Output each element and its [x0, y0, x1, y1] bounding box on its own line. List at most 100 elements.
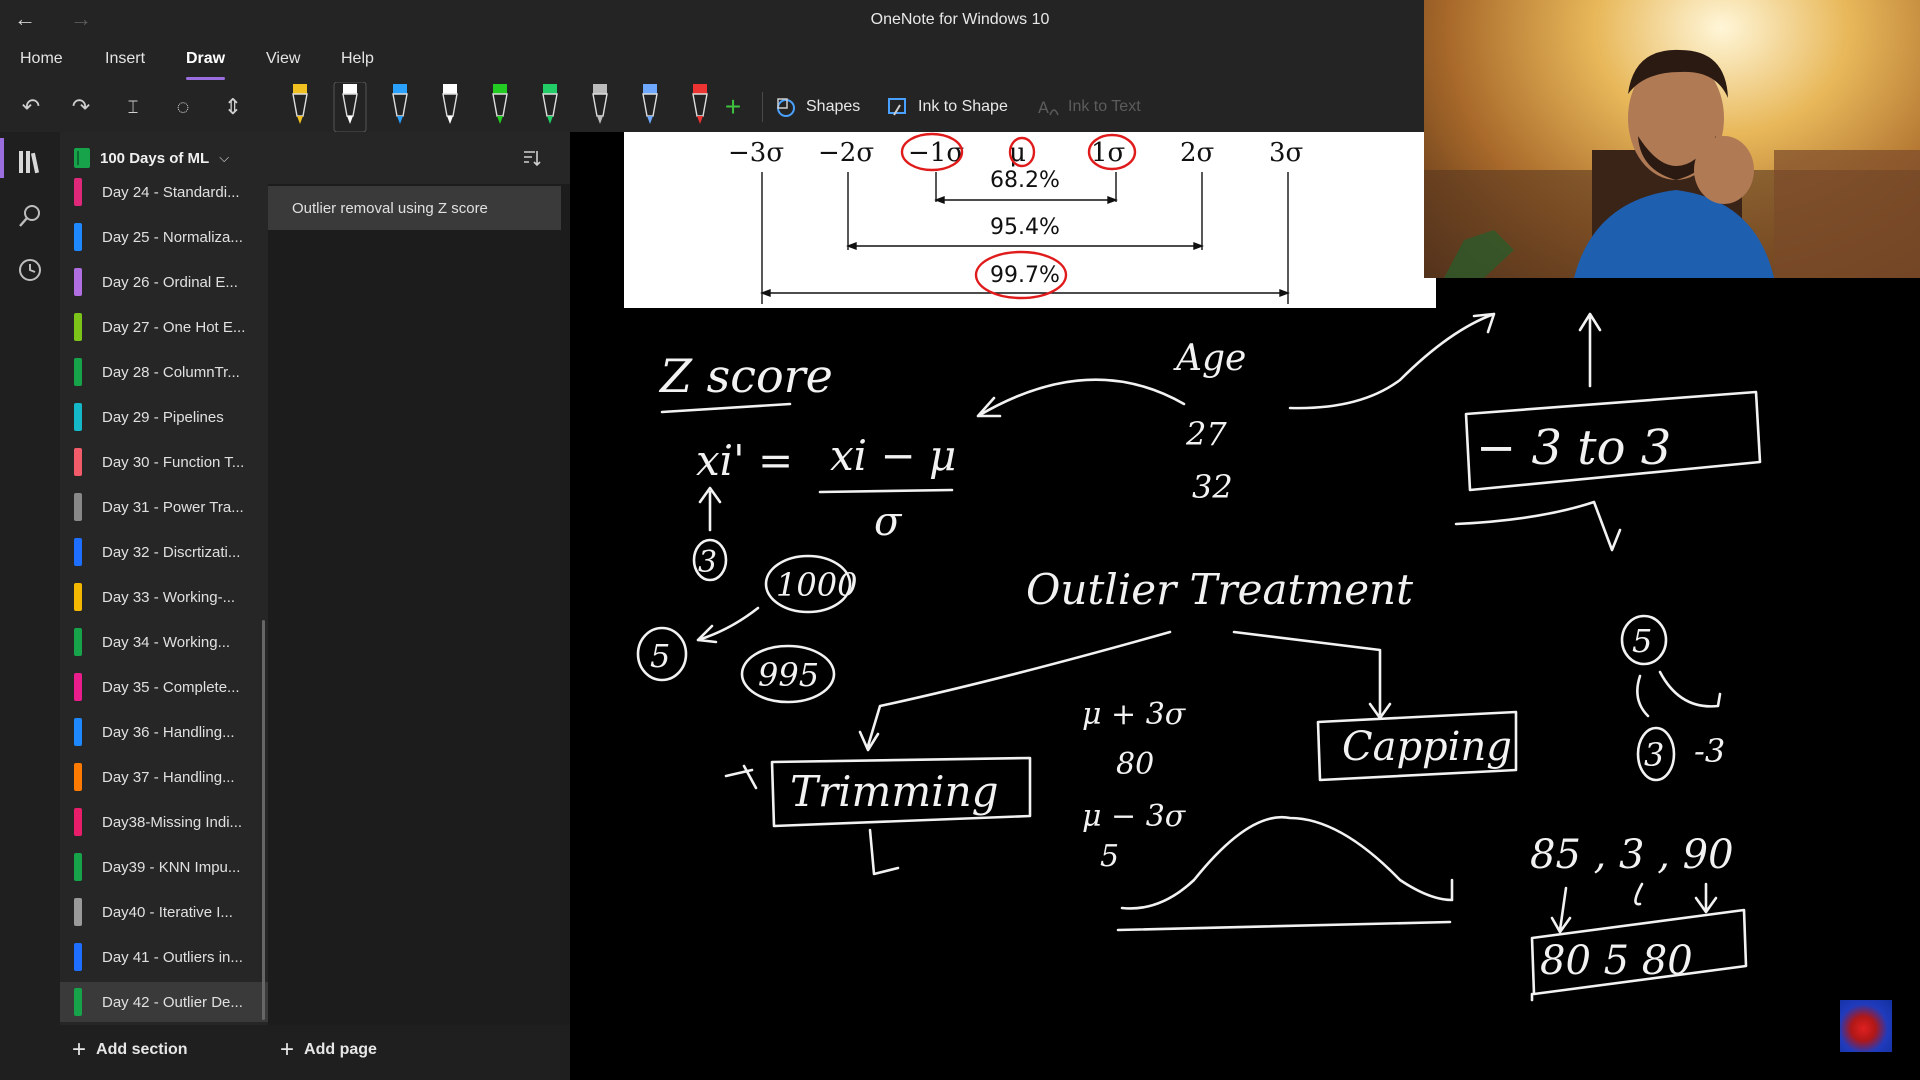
section-item[interactable]: Day 42 - Outlier De... [60, 982, 268, 1022]
section-item[interactable]: Day 32 - Discrtizati... [60, 532, 268, 572]
tab-home[interactable]: Home [20, 50, 63, 68]
ink-to-text-button[interactable]: A Ink to Text [1036, 92, 1141, 122]
pen-7[interactable] [582, 82, 618, 132]
webcam-video-overlay [1424, 0, 1920, 278]
tab-view[interactable]: View [266, 50, 300, 68]
pen-1[interactable] [282, 82, 318, 132]
shapes-button[interactable]: Shapes [774, 92, 860, 122]
pen-icon [542, 84, 558, 124]
section-list-scrollbar[interactable] [262, 620, 265, 1020]
section-item-label: Day 34 - Working... [102, 633, 231, 651]
section-color-tab [74, 718, 82, 746]
pen-icon [442, 84, 458, 124]
section-item[interactable]: Day 41 - Outliers in... [60, 937, 268, 977]
section-item[interactable]: Day 24 - Standardi... [60, 172, 268, 212]
section-item[interactable]: Day 37 - Handling... [60, 757, 268, 797]
section-color-tab [74, 898, 82, 926]
ink-to-text-icon: A [1038, 98, 1059, 117]
recent-clock-icon[interactable] [14, 254, 46, 286]
section-item-label: Day 37 - Handling... [102, 768, 235, 786]
normal-distribution-lines [760, 132, 1290, 304]
section-item-label: Day 41 - Outliers in... [102, 948, 243, 966]
tab-draw[interactable]: Draw [186, 50, 226, 80]
section-item-label: Day 30 - Function T... [102, 453, 245, 471]
rail-active-indicator [0, 138, 4, 178]
section-color-tab [74, 853, 82, 881]
section-item-label: Day 26 - Ordinal E... [102, 273, 238, 291]
add-section-label: Add section [96, 1041, 188, 1058]
section-item-label: Day 35 - Complete... [102, 678, 240, 696]
add-page-button[interactable]: + Add page [280, 1036, 377, 1063]
pen-4[interactable] [432, 82, 468, 132]
pen-9[interactable] [682, 82, 718, 132]
section-item[interactable]: Day38-Missing Indi... [60, 802, 268, 842]
shapes-icon [777, 98, 795, 117]
section-item[interactable]: Day 31 - Power Tra... [60, 487, 268, 527]
draw-toolbar: ↶ ↷ ⌶ ◌ ⇕ + Shapes Ink to Shape A Ink to… [0, 81, 1424, 133]
notebooks-icon[interactable] [14, 146, 46, 178]
redo-icon[interactable]: ↷ [64, 90, 98, 124]
notebook-name: 100 Days of ML [100, 149, 210, 167]
undo-icon[interactable]: ↶ [14, 90, 48, 124]
plus-icon: + [280, 1036, 295, 1063]
chevron-down-icon: ⌵ [219, 150, 230, 165]
section-item-label: Day 24 - Standardi... [102, 183, 240, 201]
pen-icon [492, 84, 508, 124]
pen-5[interactable] [482, 82, 518, 132]
section-color-tab [74, 403, 82, 431]
section-color-tab [74, 628, 82, 656]
section-item-label: Day38-Missing Indi... [102, 813, 243, 831]
section-color-tab [74, 448, 82, 476]
section-item[interactable]: Day 33 - Working-... [60, 577, 268, 617]
tab-insert[interactable]: Insert [105, 50, 145, 68]
sort-pages-icon[interactable] [521, 148, 541, 168]
section-item[interactable]: Day 28 - ColumnTr... [60, 352, 268, 392]
section-item[interactable]: Day40 - Iterative I... [60, 892, 268, 932]
tab-help[interactable]: Help [341, 50, 374, 68]
section-item[interactable]: Day 26 - Ordinal E... [60, 262, 268, 302]
add-pen-icon[interactable]: + [716, 90, 750, 124]
section-item[interactable]: Day39 - KNN Impu... [60, 847, 268, 887]
section-color-tab [74, 673, 82, 701]
section-item[interactable]: Day 30 - Function T... [60, 442, 268, 482]
section-color-tab [74, 583, 82, 611]
section-item-label: Day 25 - Normaliza... [102, 228, 243, 246]
page-item-outlier-removal[interactable]: Outlier removal using Z score [268, 186, 561, 230]
pen-icon [292, 84, 308, 124]
section-color-tab [74, 313, 82, 341]
shapes-label: Shapes [806, 98, 861, 115]
pen-icon [692, 84, 708, 124]
pen-3[interactable] [382, 82, 418, 132]
section-item-label: Day 33 - Working-... [102, 588, 236, 606]
section-item[interactable]: Day 29 - Pipelines [60, 397, 268, 437]
select-text-icon[interactable]: ⌶ [116, 90, 150, 124]
pen-icon [592, 84, 608, 124]
section-item-label: Day 42 - Outlier De... [102, 993, 243, 1011]
channel-logo [1840, 1000, 1892, 1052]
left-nav-rail [0, 132, 60, 1080]
add-section-button[interactable]: + Add section [72, 1036, 188, 1063]
lasso-select-icon[interactable]: ◌ [166, 90, 200, 124]
section-color-tab [74, 943, 82, 971]
ink-to-shape-button[interactable]: Ink to Shape [886, 92, 1008, 122]
section-item[interactable]: Day 36 - Handling... [60, 712, 268, 752]
ink-to-shape-label: Ink to Shape [918, 98, 1008, 115]
section-item[interactable]: Day 34 - Working... [60, 622, 268, 662]
pen-icon [392, 84, 408, 124]
add-space-icon[interactable]: ⇕ [216, 90, 250, 124]
svg-text:A: A [1038, 98, 1049, 117]
section-item[interactable]: Day 27 - One Hot E... [60, 307, 268, 347]
pen-2[interactable] [332, 81, 368, 133]
plus-icon: + [72, 1036, 87, 1063]
search-icon[interactable] [14, 200, 46, 232]
pen-icon [642, 84, 658, 124]
section-item[interactable]: Day 25 - Normaliza... [60, 217, 268, 257]
section-color-tab [74, 988, 82, 1016]
pen-6[interactable] [532, 82, 568, 132]
section-item[interactable]: Day 35 - Complete... [60, 667, 268, 707]
pen-8[interactable] [632, 82, 668, 132]
ink-to-text-label: Ink to Text [1068, 98, 1141, 115]
toolbar-divider [762, 92, 763, 122]
section-item-label: Day 27 - One Hot E... [102, 318, 246, 336]
ink-to-shape-icon [888, 98, 906, 116]
